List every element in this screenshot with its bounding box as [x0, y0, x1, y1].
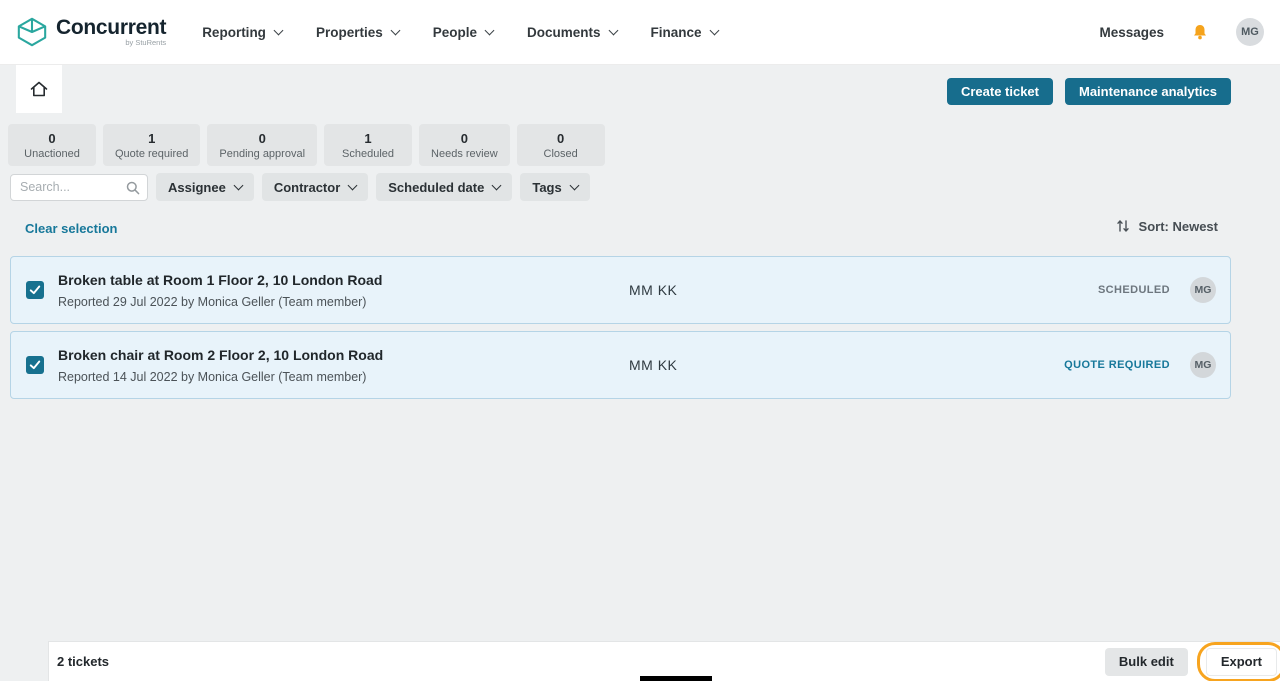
ticket-assignees: MM KK: [629, 282, 677, 298]
concurrent-logo-icon: [16, 16, 48, 48]
nav-properties-label: Properties: [316, 25, 383, 40]
contractor-filter-dropdown[interactable]: Contractor: [262, 173, 368, 201]
chip-count: 1: [148, 131, 155, 146]
nav-people[interactable]: People: [433, 25, 493, 40]
chip-count: 0: [461, 131, 468, 146]
scheduled-date-filter-dropdown[interactable]: Scheduled date: [376, 173, 512, 201]
create-ticket-button[interactable]: Create ticket: [947, 78, 1053, 105]
check-icon: [28, 358, 42, 372]
chevron-down-icon: [492, 180, 502, 190]
chevron-down-icon: [233, 180, 243, 190]
user-avatar[interactable]: MG: [1236, 18, 1264, 46]
dropdown-label: Tags: [532, 180, 561, 195]
ticket-status-badge: QUOTE REQUIRED: [1064, 359, 1170, 371]
filter-row: Assignee Contractor Scheduled date Tags: [10, 173, 590, 201]
ticket-text: Broken chair at Room 2 Floor 2, 10 Londo…: [58, 347, 616, 384]
status-chip-pending-approval[interactable]: 0 Pending approval: [207, 124, 317, 166]
chip-label: Pending approval: [219, 148, 305, 160]
nav-properties[interactable]: Properties: [316, 25, 399, 40]
bulk-edit-button[interactable]: Bulk edit: [1105, 648, 1188, 676]
status-chip-needs-review[interactable]: 0 Needs review: [419, 124, 510, 166]
export-highlight-annotation: Export: [1197, 642, 1280, 681]
ticket-assignees: MM KK: [629, 357, 677, 373]
ticket-reported: Reported 14 Jul 2022 by Monica Geller (T…: [58, 370, 616, 384]
search-box: [10, 174, 148, 201]
sort-label: Sort: Newest: [1139, 219, 1218, 234]
check-icon: [28, 283, 42, 297]
status-chip-unactioned[interactable]: 0 Unactioned: [8, 124, 96, 166]
nav-documents-label: Documents: [527, 25, 601, 40]
footer-actions: Bulk edit Export: [1105, 642, 1280, 681]
chevron-down-icon: [485, 25, 495, 35]
chevron-down-icon: [569, 180, 579, 190]
maintenance-analytics-button[interactable]: Maintenance analytics: [1065, 78, 1231, 105]
chip-label: Quote required: [115, 148, 188, 160]
nav-finance-label: Finance: [651, 25, 702, 40]
brand-name: Concurrent: [56, 16, 166, 39]
assignee-filter-dropdown[interactable]: Assignee: [156, 173, 254, 201]
top-navbar: Concurrent by StuRents Reporting Propert…: [0, 0, 1280, 65]
chip-label: Scheduled: [342, 148, 394, 160]
ticket-avatar: MG: [1190, 277, 1216, 303]
status-filter-chips: 0 Unactioned 1 Quote required 0 Pending …: [8, 124, 605, 166]
bulk-action-bar: 2 tickets Bulk edit Export: [48, 641, 1280, 681]
chevron-down-icon: [709, 25, 719, 35]
main-nav: Reporting Properties People Documents Fi…: [202, 25, 717, 40]
dropdown-label: Contractor: [274, 180, 340, 195]
brand-logo[interactable]: Concurrent by StuRents: [16, 16, 166, 48]
export-button[interactable]: Export: [1206, 648, 1277, 676]
nav-reporting-label: Reporting: [202, 25, 266, 40]
status-chip-scheduled[interactable]: 1 Scheduled: [324, 124, 412, 166]
ticket-checkbox[interactable]: [26, 281, 44, 299]
ticket-avatar: MG: [1190, 352, 1216, 378]
chip-label: Needs review: [431, 148, 498, 160]
chip-count: 0: [259, 131, 266, 146]
home-tab[interactable]: [16, 65, 62, 113]
status-chip-closed[interactable]: 0 Closed: [517, 124, 605, 166]
ticket-row[interactable]: Broken chair at Room 2 Floor 2, 10 Londo…: [10, 331, 1231, 399]
nav-people-label: People: [433, 25, 477, 40]
dropdown-label: Scheduled date: [388, 180, 484, 195]
sort-control[interactable]: Sort: Newest: [1115, 218, 1218, 234]
chevron-down-icon: [608, 25, 618, 35]
search-icon: [125, 180, 141, 196]
header-right-cluster: Messages MG: [1099, 18, 1264, 46]
brand-byline: by StuRents: [56, 39, 166, 47]
brand-text: Concurrent by StuRents: [56, 17, 166, 47]
ticket-status-badge: SCHEDULED: [1098, 284, 1170, 296]
home-icon: [29, 79, 49, 99]
nav-reporting[interactable]: Reporting: [202, 25, 282, 40]
ticket-checkbox[interactable]: [26, 356, 44, 374]
ticket-row[interactable]: Broken table at Room 1 Floor 2, 10 Londo…: [10, 256, 1231, 324]
chip-label: Unactioned: [24, 148, 80, 160]
chevron-down-icon: [273, 25, 283, 35]
sort-arrows-icon: [1115, 218, 1131, 234]
chip-label: Closed: [544, 148, 578, 160]
ticket-reported: Reported 29 Jul 2022 by Monica Geller (T…: [58, 295, 616, 309]
main-content: Create ticket Maintenance analytics 0 Un…: [0, 65, 1280, 681]
chip-count: 1: [364, 131, 371, 146]
ticket-list: Broken table at Room 1 Floor 2, 10 Londo…: [10, 256, 1231, 406]
chip-count: 0: [557, 131, 564, 146]
status-chip-quote-required[interactable]: 1 Quote required: [103, 124, 200, 166]
chevron-down-icon: [348, 180, 358, 190]
nav-documents[interactable]: Documents: [527, 25, 617, 40]
bottom-screen-bar: [640, 676, 712, 681]
clear-selection-link[interactable]: Clear selection: [25, 221, 118, 236]
chip-count: 0: [48, 131, 55, 146]
dropdown-label: Assignee: [168, 180, 226, 195]
ticket-count: 2 tickets: [57, 654, 109, 669]
tags-filter-dropdown[interactable]: Tags: [520, 173, 589, 201]
page-actions: Create ticket Maintenance analytics: [947, 78, 1231, 105]
chevron-down-icon: [390, 25, 400, 35]
ticket-title: Broken chair at Room 2 Floor 2, 10 Londo…: [58, 347, 616, 363]
messages-link[interactable]: Messages: [1099, 25, 1164, 40]
ticket-title: Broken table at Room 1 Floor 2, 10 Londo…: [58, 272, 616, 288]
ticket-text: Broken table at Room 1 Floor 2, 10 Londo…: [58, 272, 616, 309]
notifications-icon[interactable]: [1190, 22, 1210, 42]
nav-finance[interactable]: Finance: [651, 25, 718, 40]
